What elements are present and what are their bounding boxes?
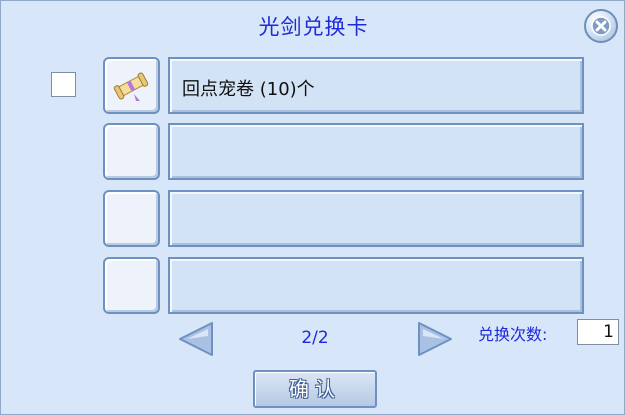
next-page-button[interactable] xyxy=(414,321,454,357)
page-indicator: 2/2 xyxy=(301,328,329,348)
close-icon xyxy=(591,16,611,36)
prev-page-button[interactable] xyxy=(177,321,217,357)
item-row-3[interactable] xyxy=(168,190,584,247)
item-row-1[interactable]: 回点宠卷 (10)个 xyxy=(168,57,584,114)
item-label-1: 回点宠卷 (10)个 xyxy=(182,79,315,100)
close-button[interactable] xyxy=(584,9,618,43)
item-row-4[interactable] xyxy=(168,257,584,314)
dialog-title: 光剑兑换卡 xyxy=(258,15,369,39)
confirm-button[interactable]: 确认 xyxy=(253,370,377,408)
exchange-count-label: 兑换次数: xyxy=(478,325,548,344)
item-row-2[interactable] xyxy=(168,123,584,180)
item-slot-4[interactable] xyxy=(103,257,160,314)
item-slot-1[interactable] xyxy=(103,57,160,114)
exchange-dialog: 光剑兑换卡 回点宠卷 (10)个 2/2 兑换次数: 1 确认 xyxy=(0,0,625,415)
scroll-icon xyxy=(113,72,149,101)
exchange-count-input[interactable]: 1 xyxy=(577,319,619,345)
item-slot-3[interactable] xyxy=(103,190,160,247)
item-slot-2[interactable] xyxy=(103,123,160,180)
item-1-checkbox[interactable] xyxy=(51,72,76,97)
